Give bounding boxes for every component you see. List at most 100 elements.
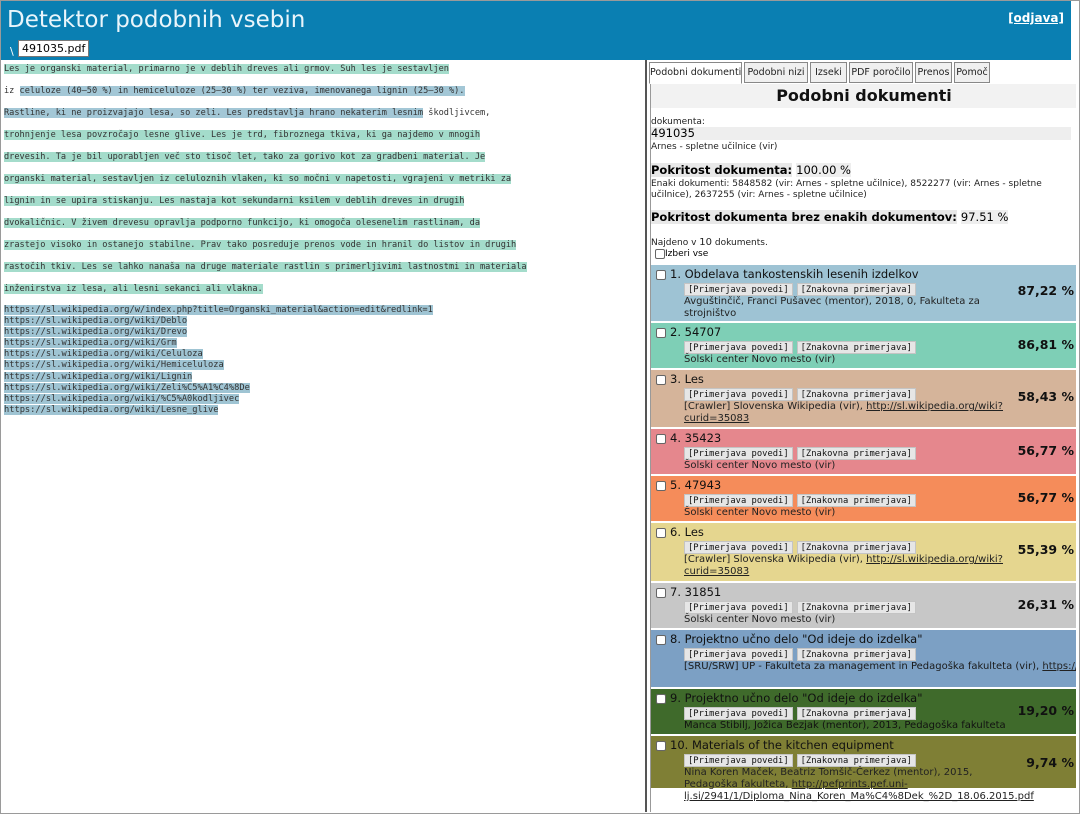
- sentence-compare-button[interactable]: [Primerjava povedi]: [684, 754, 793, 767]
- char-compare-button[interactable]: [Znakovna primerjava]: [796, 648, 916, 661]
- source-link: https://sl.wikipedia.org/wiki/Lignin: [4, 371, 433, 383]
- char-compare-button[interactable]: [Znakovna primerjava]: [796, 754, 916, 767]
- result-card: 8. Projektno učno delo "Od ideje do izde…: [651, 630, 1076, 687]
- text-line: organski material, sestavljen iz celuloz…: [4, 174, 527, 196]
- char-compare-button[interactable]: [Znakovna primerjava]: [796, 388, 916, 401]
- document-source: Arnes - spletne učilnice (vir): [651, 142, 778, 152]
- result-title[interactable]: 4. 35423: [670, 431, 721, 445]
- result-card: 5. 47943 [Primerjava povedi] [Znakovna pri…: [651, 476, 1076, 521]
- select-all[interactable]: Izberi vse: [655, 249, 708, 259]
- coverage-row: Pokritost dokumenta: 100.00 %: [651, 163, 851, 178]
- result-checkbox[interactable]: [656, 741, 666, 751]
- sentence-compare-button[interactable]: [Primerjava povedi]: [684, 494, 793, 507]
- text-highlight: zrastejo visoko in ostanejo stabilne. Pr…: [4, 240, 517, 250]
- text-highlight: Les je organski material, primarno je v …: [4, 64, 449, 74]
- logout-link[interactable]: [odjava]: [1008, 11, 1064, 25]
- result-title[interactable]: 10. Materials of the kitchen equipment: [670, 738, 894, 752]
- tab-1[interactable]: Podobni nizi: [744, 62, 808, 83]
- result-percentage: 55,39 %: [1017, 542, 1074, 557]
- result-meta: [Crawler] Slovenska Wikipedia (vir), htt…: [684, 401, 1014, 425]
- text-plain: škodljivcem,: [423, 108, 491, 118]
- coverage2-value: 97.51 %: [960, 210, 1009, 224]
- select-all-checkbox[interactable]: [655, 249, 665, 259]
- found-suffix: dokuments.: [714, 238, 768, 248]
- result-meta: Šolski center Novo mesto (vir): [684, 460, 1014, 472]
- result-checkbox[interactable]: [656, 528, 666, 538]
- found-count: 10: [699, 237, 713, 248]
- source-link: https://sl.wikipedia.org/wiki/Deblo: [4, 316, 433, 327]
- char-compare-button[interactable]: [Znakovna primerjava]: [796, 494, 916, 507]
- source-link: https://sl.wikipedia.org/wiki/%C5%A0kodl…: [4, 393, 433, 405]
- result-title[interactable]: 9. Projektno učno delo "Od ideje do izde…: [670, 691, 923, 705]
- source-link-text: https://sl.wikipedia.org/wiki/Celuloza: [4, 349, 203, 360]
- result-meta: Avguštinčič, Franci Pušavec (mentor), 20…: [684, 296, 1014, 320]
- source-link: https://sl.wikipedia.org/wiki/Grm: [4, 338, 433, 349]
- source-link-text: https://sl.wikipedia.org/wiki/Lignin: [4, 371, 193, 382]
- char-compare-button[interactable]: [Znakovna primerjava]: [796, 341, 916, 354]
- sentence-compare-button[interactable]: [Primerjava povedi]: [684, 648, 793, 661]
- result-title[interactable]: 5. 47943: [670, 478, 721, 492]
- text-line: Rastline, ki ne proizvajajo lesa, so zel…: [4, 108, 527, 130]
- result-card: 2. 54707 [Primerjava povedi] [Znakovna pri…: [651, 323, 1076, 368]
- source-link-text: https://sl.wikipedia.org/wiki/Lesne_gliv…: [4, 404, 219, 415]
- sentence-compare-button[interactable]: [Primerjava povedi]: [684, 283, 793, 296]
- text-line: trohnjenje lesa povzročajo lesne glive. …: [4, 130, 527, 152]
- result-card: 9. Projektno učno delo "Od ideje do izde…: [651, 689, 1076, 734]
- text-highlight: rastočih tkiv. Les se lahko nanaša na dr…: [4, 262, 527, 272]
- source-link-text: https://sl.wikipedia.org/wiki/Grm: [4, 338, 177, 349]
- source-link-text: https://sl.wikipedia.org/w/index.php?tit…: [4, 305, 433, 315]
- source-link-text: https://sl.wikipedia.org/wiki/Deblo: [4, 316, 188, 327]
- result-card: 3. Les [Primerjava povedi] [Znakovna prime…: [651, 370, 1076, 427]
- char-compare-button[interactable]: [Znakovna primerjava]: [796, 601, 916, 614]
- found-count-text: Najdeno v 10 dokuments.: [651, 237, 768, 248]
- result-title[interactable]: 2. 54707: [670, 325, 721, 339]
- result-buttons: [Primerjava povedi] [Znakovna primerjava]: [684, 283, 916, 296]
- sentence-compare-button[interactable]: [Primerjava povedi]: [684, 388, 793, 401]
- pane-divider[interactable]: [645, 60, 647, 812]
- char-compare-button[interactable]: [Znakovna primerjava]: [796, 541, 916, 554]
- result-buttons: [Primerjava povedi] [Znakovna primerjava]: [684, 388, 916, 401]
- text-highlight: Rastline, ki ne proizvajajo lesa, so zel…: [4, 108, 424, 118]
- result-checkbox[interactable]: [656, 588, 666, 598]
- tab-2[interactable]: Izseki: [810, 62, 847, 83]
- tab-5[interactable]: Pomoč: [954, 62, 990, 83]
- result-checkbox[interactable]: [656, 694, 666, 704]
- app-header: Detektor podobnih vsebin [odjava] \ 4910…: [1, 1, 1071, 60]
- result-title[interactable]: 8. Projektno učno delo "Od ideje do izde…: [670, 632, 923, 646]
- text-line: rastočih tkiv. Les se lahko nanaša na dr…: [4, 262, 527, 284]
- document-text-pane[interactable]: Les je organski material, primarno je v …: [1, 60, 645, 812]
- result-title[interactable]: 3. Les: [670, 372, 704, 386]
- tab-4[interactable]: Prenos: [915, 62, 952, 83]
- tab-0[interactable]: Podobni dokumenti: [649, 62, 742, 84]
- sentence-compare-button[interactable]: [Primerjava povedi]: [684, 447, 793, 460]
- result-meta-text: Avguštinčič, Franci Pušavec (mentor), 20…: [684, 296, 980, 319]
- text-highlight: celuloze (40–50 %) in hemiceluloze (25–3…: [19, 86, 465, 96]
- document-text: Les je organski material, primarno je v …: [4, 64, 527, 306]
- result-checkbox[interactable]: [656, 434, 666, 444]
- result-checkbox[interactable]: [656, 375, 666, 385]
- result-link[interactable]: https://share.upr.si/PEF/EDIPLOME/DIPLOM…: [1042, 661, 1076, 672]
- sentence-compare-button[interactable]: [Primerjava povedi]: [684, 341, 793, 354]
- char-compare-button[interactable]: [Znakovna primerjava]: [796, 447, 916, 460]
- text-highlight: dvokaličnic. V živem drevesu opravlja po…: [4, 218, 480, 228]
- tab-3[interactable]: PDF poročilo: [849, 62, 913, 83]
- source-link: https://sl.wikipedia.org/wiki/Hemicelulo…: [4, 360, 433, 371]
- result-title[interactable]: 1. Obdelava tankostenskih lesenih izdelk…: [670, 267, 919, 281]
- file-tab[interactable]: 491035.pdf: [18, 40, 90, 57]
- result-title[interactable]: 6. Les: [670, 525, 704, 539]
- char-compare-button[interactable]: [Znakovna primerjava]: [796, 283, 916, 296]
- sentence-compare-button[interactable]: [Primerjava povedi]: [684, 541, 793, 554]
- result-checkbox[interactable]: [656, 328, 666, 338]
- result-meta: [Crawler] Slovenska Wikipedia (vir), htt…: [684, 554, 1014, 578]
- char-compare-button[interactable]: [Znakovna primerjava]: [796, 707, 916, 720]
- result-checkbox[interactable]: [656, 635, 666, 645]
- sentence-compare-button[interactable]: [Primerjava povedi]: [684, 601, 793, 614]
- found-prefix: Najdeno v: [651, 238, 697, 248]
- source-link-text: https://sl.wikipedia.org/wiki/Zeli%C5%A1…: [4, 382, 250, 393]
- result-title[interactable]: 7. 31851: [670, 585, 721, 599]
- result-card: 4. 35423 [Primerjava povedi] [Znakovna pri…: [651, 429, 1076, 474]
- sentence-compare-button[interactable]: [Primerjava povedi]: [684, 707, 793, 720]
- result-checkbox[interactable]: [656, 270, 666, 280]
- result-checkbox[interactable]: [656, 481, 666, 491]
- result-percentage: 19,20 %: [1017, 703, 1074, 718]
